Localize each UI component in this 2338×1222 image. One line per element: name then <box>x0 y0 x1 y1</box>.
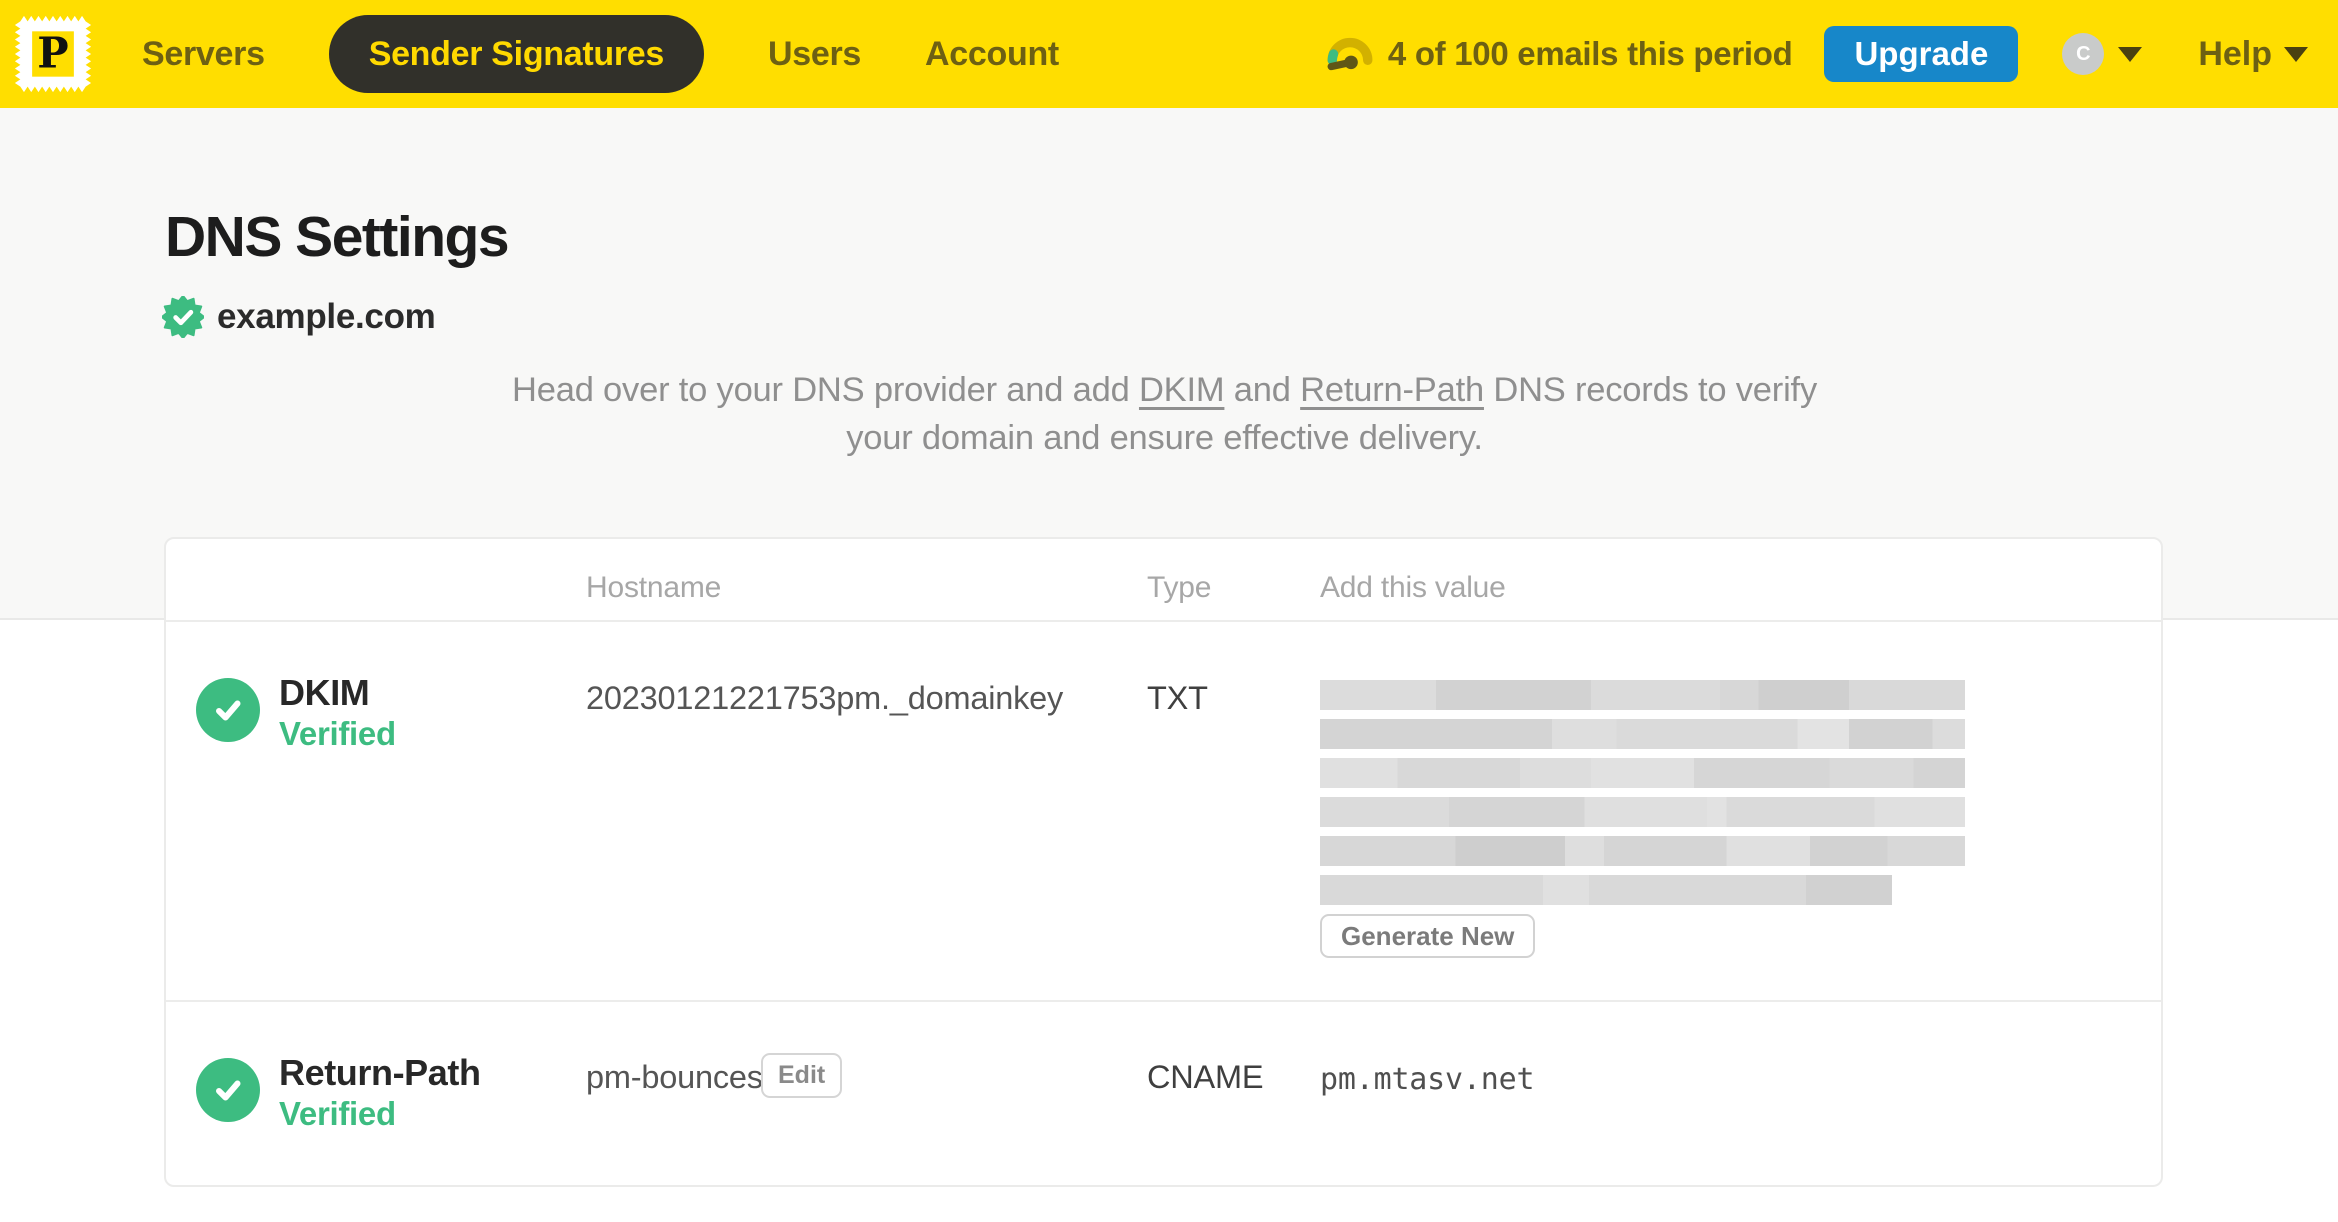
dns-settings-page: P Servers Sender Signatures Users Accoun… <box>0 0 2338 1222</box>
redacted-dns-value <box>1320 680 1965 914</box>
return-path-link[interactable]: Return-Path <box>1300 371 1484 409</box>
record-hostname: 20230121221753pm._domainkey <box>586 680 1064 716</box>
help-menu-button[interactable]: Help <box>2198 35 2308 74</box>
top-navigation-bar: P Servers Sender Signatures Users Accoun… <box>0 0 2338 108</box>
redacted-value-line <box>1320 680 1965 710</box>
row-divider <box>166 1000 2161 1002</box>
nav-item-account[interactable]: Account <box>925 35 1059 74</box>
record-status: Verified <box>279 1095 396 1132</box>
redacted-value-line <box>1320 836 1965 866</box>
verified-check-icon <box>196 1058 260 1122</box>
edit-button[interactable]: Edit <box>761 1053 843 1098</box>
verified-domain: example.com <box>162 296 436 338</box>
record-hostname: pm-bounces <box>586 1059 763 1095</box>
usage-meter-link[interactable]: 4 of 100 emails this period <box>1326 30 1793 78</box>
nav-item-sender-signatures[interactable]: Sender Signatures <box>328 15 705 93</box>
generate-new-button[interactable]: Generate New <box>1320 914 1536 958</box>
dns-records-card: Hostname Type Add this value DKIM Verifi… <box>164 537 2163 1187</box>
record-status: Verified <box>279 715 396 752</box>
column-header-add-this-value: Add this value <box>1320 571 1506 604</box>
intro-prefix: Head over to your DNS provider and add <box>512 371 1139 409</box>
chevron-down-icon <box>2118 46 2143 62</box>
record-value: pm.mtasv.net <box>1320 1062 1535 1097</box>
svg-text:P: P <box>37 29 68 78</box>
intro-middle: and <box>1224 371 1301 409</box>
upgrade-button[interactable]: Upgrade <box>1824 26 2019 82</box>
record-type: CNAME <box>1147 1059 1264 1095</box>
avatar: C <box>2062 33 2105 75</box>
help-label: Help <box>2198 34 2272 73</box>
nav-item-servers[interactable]: Servers <box>142 35 265 74</box>
nav-item-users[interactable]: Users <box>768 35 861 74</box>
redacted-value-line <box>1320 875 1892 905</box>
redacted-value-line <box>1320 797 1965 827</box>
record-type: TXT <box>1147 680 1208 716</box>
verified-check-icon <box>196 678 260 742</box>
table-header-row: Hostname Type Add this value <box>166 539 2161 622</box>
page-title: DNS Settings <box>165 205 510 269</box>
column-header-type: Type <box>1147 571 1212 604</box>
postmark-stamp-logo-icon[interactable]: P <box>14 10 92 98</box>
primary-nav: Servers Sender Signatures Users Account <box>142 15 1059 93</box>
topbar-right-cluster: 4 of 100 emails this period Upgrade C He… <box>1326 26 2308 82</box>
dkim-link[interactable]: DKIM <box>1139 371 1225 409</box>
gauge-icon <box>1327 37 1373 71</box>
intro-text: Head over to your DNS provider and add D… <box>166 366 2163 462</box>
redacted-value-line <box>1320 758 1965 788</box>
domain-name: example.com <box>217 297 436 336</box>
account-menu-button[interactable]: C <box>2062 33 2143 75</box>
redacted-value-line <box>1320 719 1965 749</box>
column-header-hostname: Hostname <box>586 571 722 604</box>
chevron-down-icon <box>2284 46 2308 62</box>
record-name: DKIM <box>279 672 370 713</box>
verified-seal-icon <box>162 296 204 338</box>
record-name: Return-Path <box>279 1052 481 1093</box>
usage-text: 4 of 100 emails this period <box>1387 35 1793 72</box>
